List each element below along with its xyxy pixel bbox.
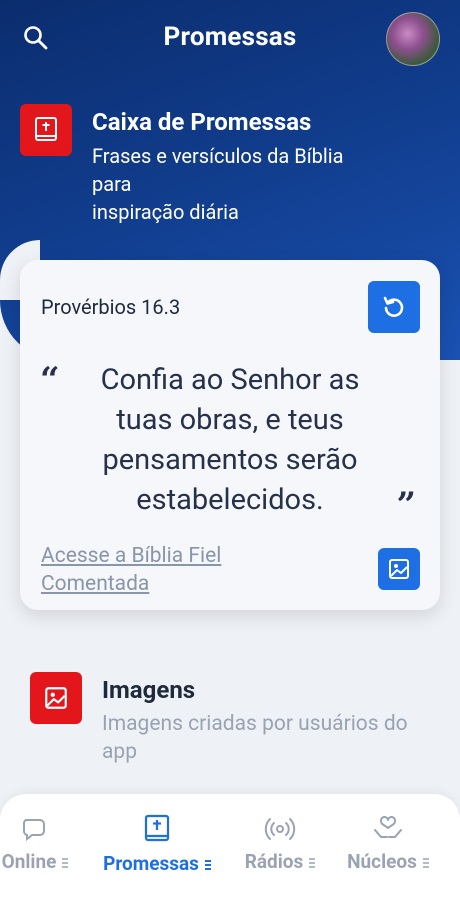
drag-handle-icon [204,858,211,870]
avatar[interactable] [386,12,440,66]
hands-heart-icon [374,816,402,838]
images-section[interactable]: Imagens Imagens criadas por usuários do … [30,672,440,764]
nav-label-radios[interactable]: Rádios [245,850,304,873]
promise-box-subtitle-line: para [92,172,132,196]
promise-box-subtitle-line: inspiração diária [92,200,239,224]
images-title: Imagens [102,676,196,704]
nav-item-promessas[interactable]: Promessas [92,814,222,875]
refresh-button[interactable] [368,281,420,333]
quote-open-mark: “ [40,360,60,400]
images-subtitle: Imagens criadas por usuários do app [102,712,408,764]
bible-link-line[interactable]: Acesse a Bíblia Fiel [41,542,301,570]
nav-label-nucleos[interactable]: Núcleos [347,850,417,873]
drag-handle-icon [62,856,69,868]
verse-reference: Provérbios 16.3 [41,295,181,319]
nav-item-nucleos[interactable]: Núcleos [336,814,440,873]
share-image-button[interactable] [378,548,420,590]
verse-text: Confia ao Senhor as tuas obras, e teus p… [100,363,360,517]
bible-icon [144,814,170,842]
nav-label-online[interactable]: Online [2,850,57,873]
image-icon [389,559,409,579]
nav-label-promessas[interactable]: Promessas [103,852,199,875]
chat-icon [22,819,45,842]
bible-link-line[interactable]: Comentada [41,570,301,598]
promise-box-header: Caixa de Promessas Frases e versículos d… [20,104,343,224]
promise-box-subtitle: Frases e versículos da Bíblia para inspi… [92,142,422,226]
bible-link[interactable]: Acesse a Bíblia Fiel Comentada [41,542,301,598]
verse-card: Provérbios 16.3 “ Confia ao Senhor as tu… [20,260,440,610]
bible-icon [20,104,72,156]
nav-item-radios[interactable]: Rádios [232,814,328,873]
promise-box-subtitle-line: Frases e versículos da Bíblia [92,144,344,168]
radio-icon [264,818,296,840]
image-icon [30,672,82,724]
top-bar: Promessas [0,0,460,80]
quote-close-mark: ” [396,485,416,525]
nav-item-online[interactable]: Online [0,814,90,873]
drag-handle-icon [309,856,316,868]
promise-box-title: Caixa de Promessas [92,108,312,136]
drag-handle-icon [422,856,429,868]
refresh-icon [383,296,404,317]
bottom-nav: Online Promessas Rádios Núcleos [0,794,460,900]
